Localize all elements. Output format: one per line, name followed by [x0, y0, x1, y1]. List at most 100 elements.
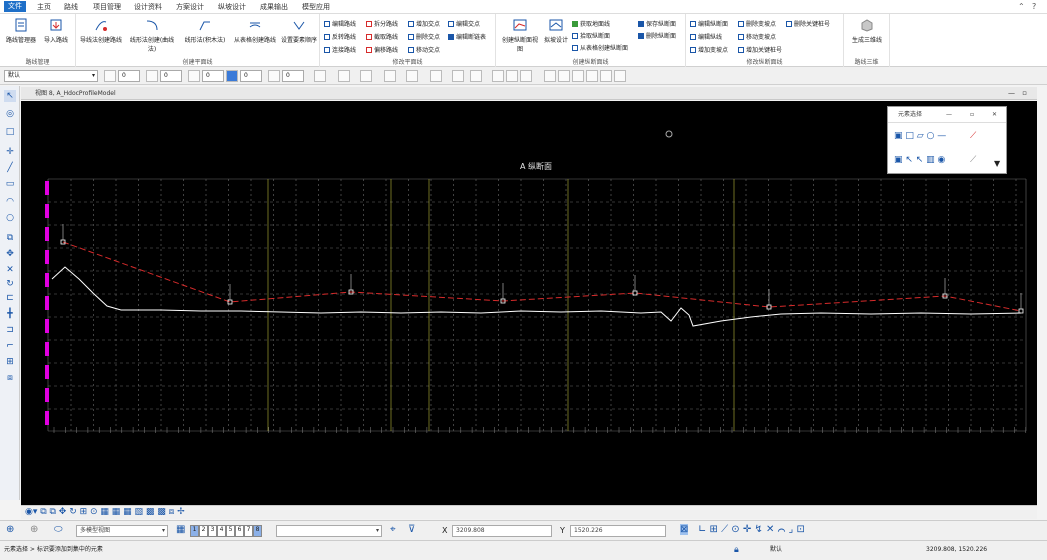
- connect-route-button[interactable]: 连接路线: [324, 45, 356, 54]
- shape-tool-icon[interactable]: [544, 70, 556, 82]
- table-route-button[interactable]: 从表格创建路线: [232, 18, 278, 44]
- minimize-ribbon-icon[interactable]: ⌃: [1018, 2, 1025, 11]
- create-profile-view-button[interactable]: 创建纵断面视图: [500, 18, 540, 53]
- reverse-route-button[interactable]: 反转路线: [324, 32, 356, 41]
- drawing-viewport[interactable]: A 纵断面: [21, 101, 1037, 505]
- selection-curve-gray-icon[interactable]: ⟋: [970, 155, 976, 165]
- edit-chain-table-button[interactable]: 编辑断链表: [448, 32, 486, 41]
- cube-icon[interactable]: [492, 70, 504, 82]
- offset-route-button[interactable]: 偏移路线: [366, 45, 398, 54]
- lock-icon[interactable]: 🔒︎: [734, 541, 739, 559]
- tab-project-manage[interactable]: 项目管理: [89, 2, 125, 13]
- edit-ip-button[interactable]: 编辑交点: [448, 19, 480, 28]
- point-icon[interactable]: ✛: [4, 146, 16, 158]
- pick-profile-button[interactable]: 拾取纵断面: [572, 31, 610, 40]
- panel-minimize-icon[interactable]: —: [946, 107, 952, 123]
- tab-scheme-design[interactable]: 方案设计: [172, 2, 208, 13]
- x-coordinate-input[interactable]: 3209.808: [452, 525, 552, 537]
- command-combo[interactable]: ▾: [276, 525, 382, 537]
- save-profile-button[interactable]: 保存纵断面: [638, 19, 676, 28]
- extend-icon[interactable]: ⊐: [4, 324, 16, 336]
- selection-curve-icon[interactable]: ⟋: [970, 131, 976, 141]
- panel-restore-icon[interactable]: ▫: [970, 107, 974, 123]
- trim-route-button[interactable]: 截取路线: [366, 32, 398, 41]
- model-view-combo[interactable]: 多模型视图 ▾: [76, 525, 168, 537]
- delete-ip-button[interactable]: 删除交点: [408, 32, 440, 41]
- curve-route-button[interactable]: 线形法创建(曲线法): [126, 18, 178, 53]
- cylinder-tool-icon[interactable]: [600, 70, 612, 82]
- set-order-button[interactable]: 设置要素顺序: [280, 18, 318, 44]
- delete-pvi-button[interactable]: 删除变坡点: [738, 19, 776, 28]
- trim-icon[interactable]: ╋: [4, 308, 16, 320]
- select-arrow-icon[interactable]: ↖: [4, 90, 16, 102]
- table-profile-button[interactable]: 从表格创建纵断面: [572, 43, 628, 52]
- generate-3d-button[interactable]: 生成三维线: [848, 18, 886, 44]
- color-combo[interactable]: 0: [118, 70, 140, 82]
- weight-button[interactable]: [188, 70, 200, 82]
- view-button-3[interactable]: 3: [208, 525, 217, 537]
- view-controls-icons[interactable]: ◉▾ ⧉ ⧉ ✥ ↻ ⊞ ⊙ ▦ ▦ ▦ ▧ ▩ ▩ ⧈ ✢: [25, 507, 185, 517]
- y-coordinate-input[interactable]: 1520.226: [570, 525, 666, 537]
- weight-combo[interactable]: 0: [202, 70, 224, 82]
- view-button-6[interactable]: 6: [235, 525, 244, 537]
- transparency-combo[interactable]: 0: [240, 70, 262, 82]
- tab-output[interactable]: 成果输出: [256, 2, 292, 13]
- route-manager-button[interactable]: 路线管理器: [3, 18, 39, 44]
- add-ip-button[interactable]: 增加交点: [408, 19, 440, 28]
- tangent-route-button[interactable]: 导线法创建路线: [78, 18, 124, 44]
- selection-method-icons[interactable]: ▣ ↖ ↖ ▥ ◉: [894, 155, 945, 165]
- help-icon[interactable]: ?: [1032, 2, 1036, 11]
- level-combo[interactable]: 默认 ▾: [4, 70, 98, 82]
- priority-button[interactable]: [268, 70, 280, 82]
- mirror-icon[interactable]: ⊏: [4, 292, 16, 304]
- fence-icon[interactable]: ◎: [4, 108, 16, 120]
- color-button[interactable]: [104, 70, 116, 82]
- display-style-icon[interactable]: [360, 70, 372, 82]
- edit-profile-button[interactable]: 编辑纵断面: [690, 19, 728, 28]
- tab-model-apply[interactable]: 模型应用: [298, 2, 334, 13]
- wedge-tool-icon[interactable]: [558, 70, 570, 82]
- circle-icon[interactable]: ○: [4, 212, 16, 224]
- view-button-5[interactable]: 5: [226, 525, 235, 537]
- transparency-button[interactable]: [226, 70, 238, 82]
- move-icon[interactable]: ✥: [4, 248, 16, 260]
- view-restore-icon[interactable]: ▫: [1022, 87, 1027, 100]
- get-ground-line-button[interactable]: 获取地面线: [572, 19, 610, 28]
- tab-route[interactable]: 路线: [60, 2, 82, 13]
- move-pvi-button[interactable]: 移动变坡点: [738, 32, 776, 41]
- annotate-icon[interactable]: ⧈: [4, 372, 16, 384]
- delete-key-station-button[interactable]: 删除关键桩号: [786, 19, 830, 28]
- selection-mode-icons[interactable]: ▣ □ ▱ ○ —: [894, 131, 946, 141]
- copy-icon[interactable]: ⧉: [4, 232, 16, 244]
- measure-icon[interactable]: ⊞: [4, 356, 16, 368]
- element-select-panel[interactable]: 元素选择 — ▫ ✕ ▣ □ ▱ ○ — ⟋ ▣ ↖ ↖ ▥ ◉ ⟋ ▼: [887, 106, 1007, 174]
- linestyle-button[interactable]: [146, 70, 158, 82]
- tab-file[interactable]: 文件: [4, 1, 26, 12]
- add-key-station-button[interactable]: 增加关键桩号: [738, 45, 782, 54]
- snap-icons[interactable]: ∟ ⊞ ⟋ ⊙ ✛ ↯ ✕ ⌒ ⌟ ⊡: [698, 524, 805, 535]
- view-button-1[interactable]: 1: [190, 525, 199, 537]
- view-attr-icon[interactable]: [338, 70, 350, 82]
- scale-icon[interactable]: ✕: [4, 264, 16, 276]
- panel-expand-icon[interactable]: ▼: [994, 159, 1000, 168]
- fit-design-button[interactable]: 拟坡设计: [542, 18, 570, 44]
- block-icon[interactable]: ▭: [4, 178, 16, 190]
- fillet-icon[interactable]: ⌐: [4, 340, 16, 352]
- snap-target-icon[interactable]: ⊕: [6, 524, 14, 535]
- ground-model-icon[interactable]: ⬭: [54, 524, 63, 535]
- edit-vertical-line-button[interactable]: 编辑纵线: [690, 32, 722, 41]
- tab-design-data[interactable]: 设计资料: [130, 2, 166, 13]
- pick-filter-icon[interactable]: ⊽: [408, 524, 415, 535]
- panel-close-icon[interactable]: ✕: [992, 107, 997, 123]
- tab-home[interactable]: 主页: [33, 2, 55, 13]
- rotate-icon[interactable]: ↻: [4, 278, 16, 290]
- import-route-button[interactable]: 导入路线: [40, 18, 72, 44]
- accudraw-toggle-icon[interactable]: ⊠: [680, 524, 689, 535]
- render-icon[interactable]: [384, 70, 396, 82]
- fit-view-icon[interactable]: [470, 70, 482, 82]
- move-ip-button[interactable]: 移动交点: [408, 45, 440, 54]
- split-route-button[interactable]: 拆分路线: [366, 19, 398, 28]
- view-minimize-icon[interactable]: —: [1008, 87, 1015, 100]
- block-route-button[interactable]: 线形法(积木法): [180, 18, 230, 44]
- rectangle-select-icon[interactable]: □: [4, 126, 16, 138]
